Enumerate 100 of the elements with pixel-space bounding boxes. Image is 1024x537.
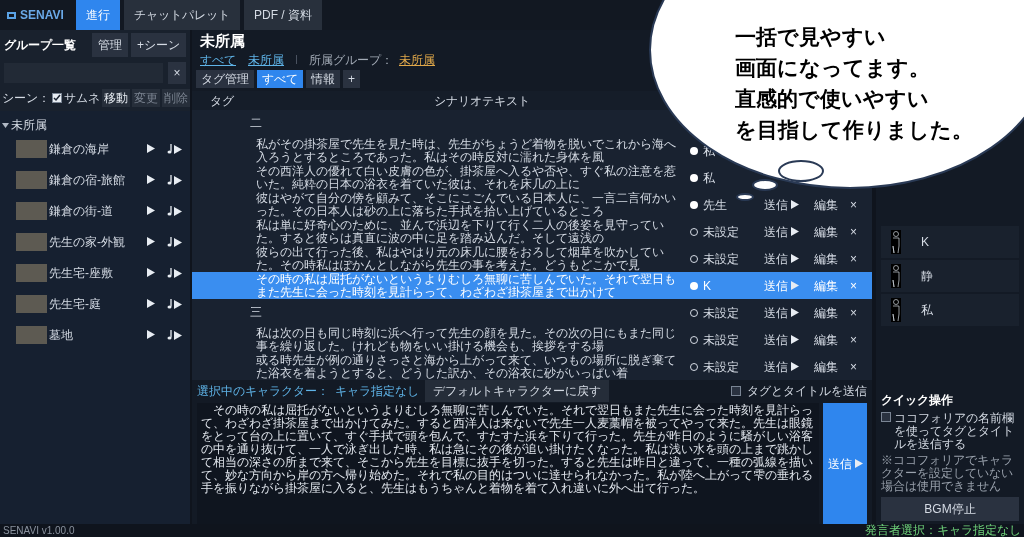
toolbar-button[interactable]: 移動	[102, 89, 130, 107]
character-name: 先生	[703, 196, 727, 214]
tag-tab[interactable]: +	[343, 69, 360, 88]
photo-placeholder	[16, 263, 47, 282]
tag-tab[interactable]: 情報	[306, 69, 340, 88]
play-icon	[791, 362, 799, 371]
group-name[interactable]: 未所属	[11, 116, 47, 134]
scene-name[interactable]: 先生宅-座敷	[49, 263, 147, 282]
breadcrumb-link[interactable]: 未所属	[248, 50, 284, 69]
send-button[interactable]: 送信	[764, 195, 808, 214]
version-text: SENAVI v1.00.0	[3, 524, 75, 537]
music-play-icon	[167, 298, 182, 309]
delete-button[interactable]: ×	[850, 195, 857, 214]
character-name: 未設定	[703, 304, 739, 322]
checkbox[interactable]	[52, 93, 62, 103]
tag-tab[interactable]: タグ管理	[196, 69, 254, 88]
character-item[interactable]: 静	[881, 260, 1019, 292]
music-play-icon	[167, 329, 182, 340]
send-button[interactable]: 送信	[764, 249, 808, 268]
photo-placeholder	[16, 170, 47, 189]
music-play-icon	[167, 143, 182, 154]
character-name: 未設定	[703, 358, 739, 376]
delete-button[interactable]: ×	[850, 222, 857, 241]
scene-name[interactable]: 先生宅-庭	[49, 294, 147, 313]
send-button[interactable]: 送信	[764, 357, 808, 376]
play-icon	[147, 330, 155, 339]
table-row[interactable]: 彼らの出て行った後、私はやはり元の床几に腰をおろして烟草を吹かしていた。その時私はぽかんとしながら先生の事を考えた。どうもどこかで見 未設定 送信 編集 ×	[192, 245, 872, 272]
nav-tab[interactable]: 進行	[76, 0, 120, 30]
checkbox-label: サムネ	[64, 90, 100, 107]
photo-placeholder	[16, 139, 47, 158]
photo-placeholder	[16, 232, 47, 251]
column-header: タグ	[209, 92, 235, 110]
delete-button[interactable]: ×	[850, 249, 857, 268]
table-row[interactable]: 三 未設定 送信 編集 ×	[192, 299, 872, 326]
scenario-text: 彼はやがて自分の傍を顧みて、そこにこごんでいる日本人に、一言二言何かいった。その日本人は砂の上に落ちた手拭を拾い上げているところ	[255, 191, 677, 218]
nav-tab[interactable]: チャットパレット	[124, 0, 240, 30]
nav-tab[interactable]: PDF / 資料	[244, 0, 322, 30]
scene-name[interactable]: 墓地	[49, 325, 147, 344]
scene-name[interactable]: 鎌倉の海岸	[49, 139, 147, 158]
music-play-icon	[167, 205, 182, 216]
page-title: 未所属	[199, 30, 246, 51]
photo-placeholder	[16, 201, 47, 220]
scene-name[interactable]: 鎌倉の宿-旅館	[49, 170, 147, 189]
send-button[interactable]: 送信	[764, 330, 808, 349]
callout-text: 一括で見やすい	[735, 25, 886, 48]
play-icon	[791, 254, 799, 263]
message-field[interactable]: その時の私は屈托がないというよりむしろ無聊に苦しんでいた。それで翌日もまた先生に会った時刻を見計らって、わざわざ掛茶屋まで出かけてみた。すると西洋人は来ないで先生一人麦藁帽を被ってやって来た。先生は眼鏡をとって台の上に置いて、すぐ手拭で頭を包んで、すたすた浜を下りて行った。先生が昨日のように騒がしい浴客の中を通り抜けて、一人で泳ぎ出した時、私は急にその後が追い掛けたくなった。私は浅い水を頭の上まで跳かして相当の深さの所まで来て、そこから先生を目標に抜手を切った。すると先生は昨日と違って、一種の弧線を描いて、妙な方向から岸の方へ帰り始めた。それで私の目的はついに達せられなかった。私が陸へ上がって雫の垂れる手を振りながら掛茶屋に入ると、先生はもうちゃんと着物を着て入れ違いに外へ出て行った。	[197, 403, 819, 524]
scenario-text: 或る時先生が例の通りさっさと海から上がって来て、いつもの場所に脱ぎ棄てた浴衣を着ようとすると、どうした訳か、その浴衣に砂がいっぱい着	[255, 353, 677, 380]
scenario-text: 私は次の日も同じ時刻に浜へ行って先生の顔を見た。その次の日にもまた同じ事を繰り返した。けれども物をいい掛ける機会も、挨拶をする場	[255, 326, 677, 353]
edit-button[interactable]: 編集	[814, 222, 838, 241]
delete-button[interactable]: ×	[850, 303, 857, 322]
play-icon	[147, 175, 155, 184]
edit-button[interactable]: 編集	[814, 249, 838, 268]
character-name: 未設定	[703, 223, 739, 241]
character-label: 選択中のキャラクター：	[197, 383, 329, 400]
reset-character-button[interactable]: デフォルトキャラクターに戻す	[425, 380, 609, 402]
clear-button[interactable]: ×	[168, 62, 186, 84]
character-name: 未設定	[703, 331, 739, 349]
edit-button[interactable]: 編集	[814, 195, 838, 214]
table-row[interactable]: 私は単に好奇心のために、並んで浜辺を下りて行く二人の後姿を見守っていた。すると彼らは真直に波の中に足を踏み込んだ。そして遠浅の 未設定 送信 編集 ×	[192, 218, 872, 245]
delete-button[interactable]: ×	[850, 330, 857, 349]
note-text: ※ココフォリアでキャラクターを設定していない場合は使用できません	[881, 454, 1014, 493]
play-icon	[791, 308, 799, 317]
edit-button[interactable]: 編集	[814, 357, 838, 376]
delete-button[interactable]: ×	[850, 357, 857, 376]
edit-button[interactable]: 編集	[814, 303, 838, 322]
checkbox[interactable]	[731, 386, 741, 396]
scenario-text: その時の私は屈托がないというよりむしろ無聊に苦しんでいた。それで翌日もまた先生に会った時刻を見計らって、わざわざ掛茶屋まで出かけて	[255, 272, 677, 299]
play-icon	[147, 144, 155, 153]
callout-text: 直感的で使いやすい	[735, 87, 929, 110]
checkbox[interactable]	[881, 412, 891, 422]
music-play-icon	[167, 267, 182, 278]
table-row[interactable]: 或る時先生が例の通りさっさと海から上がって来て、いつもの場所に脱ぎ棄てた浴衣を着ようとすると、どうした訳か、その浴衣に砂がいっぱい着 未設定 送信 編集 ×	[192, 353, 872, 380]
send-button[interactable]: 送信	[764, 222, 808, 241]
character-name: K	[703, 277, 711, 295]
sidebar-button[interactable]: 管理	[92, 33, 128, 57]
table-row[interactable]: 私は次の日も同じ時刻に浜へ行って先生の顔を見た。その次の日にもまた同じ事を繰り返した。けれども物をいい掛ける機会も、挨拶をする場 未設定 送信 編集 ×	[192, 326, 872, 353]
send-button[interactable]: 送信	[823, 403, 867, 524]
scenario-text: 私がその掛茶屋で先生を見た時は、先生がちょうど着物を脱いでこれから海へ入ろうとするところであった。私はその時反対に濡れた身体を風	[255, 137, 677, 164]
group-link[interactable]: 未所属	[399, 50, 435, 69]
sidebar-button[interactable]: +シーン	[131, 33, 186, 57]
scenario-text: その西洋人の優れて白い皮膚の色が、掛茶屋へ入るや否や、すぐ私の注意を惹いた。純粋の日本の浴衣を着ていた彼は、それを床几の上に	[255, 164, 677, 191]
scene-name[interactable]: 鎌倉の街-道	[49, 201, 147, 220]
section-title: クイック操作	[881, 392, 954, 409]
photo-placeholder	[16, 325, 47, 344]
character-item[interactable]: K	[881, 226, 1019, 258]
bgm-stop-button[interactable]: BGM停止	[881, 497, 1019, 521]
callout-text: 画面になってます。	[735, 56, 930, 79]
scene-name[interactable]: 先生の家-外観	[49, 232, 147, 251]
table-row[interactable]: その西洋人の優れて白い皮膚の色が、掛茶屋へ入るや否や、すぐ私の注意を惹いた。純粋の日本の浴衣を着ていた彼は、それを床几の上に 私	[192, 164, 872, 191]
breadcrumb-link[interactable]: すべて	[200, 50, 236, 69]
section-heading: 三	[249, 306, 263, 319]
group-label: 所属グループ：	[309, 51, 393, 69]
play-icon	[147, 237, 155, 246]
checkbox-label: ココフォリアの名前欄を使ってタグとタイトルを送信する	[894, 412, 1015, 451]
tag-tab[interactable]: すべて	[257, 69, 303, 88]
character-item[interactable]: 私	[881, 294, 1019, 326]
edit-button[interactable]: 編集	[814, 330, 838, 349]
music-play-icon	[167, 236, 182, 247]
send-button[interactable]: 送信	[764, 303, 808, 322]
